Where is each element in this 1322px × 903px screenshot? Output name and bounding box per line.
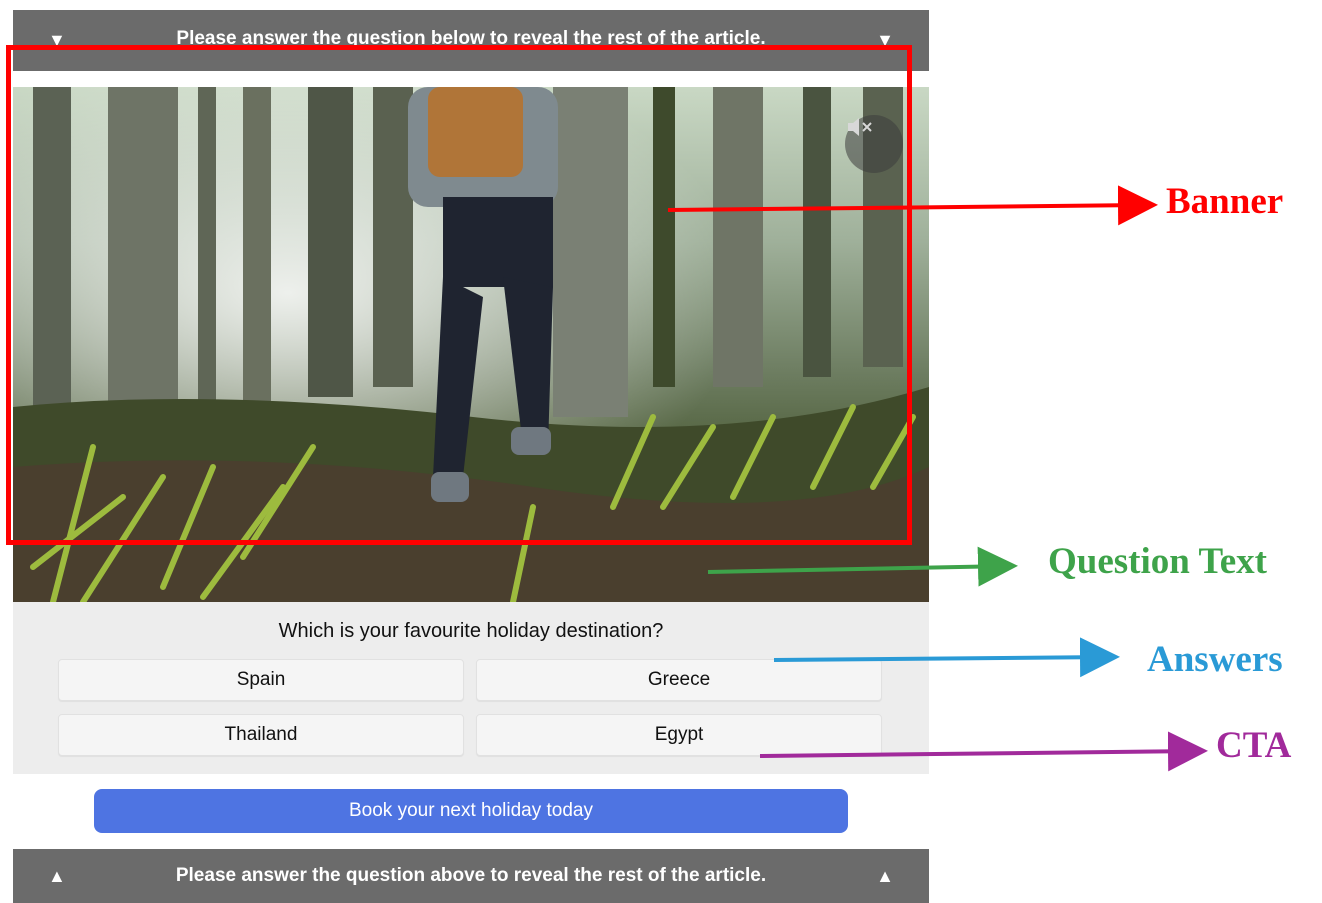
cta-label: CTA — [1216, 725, 1292, 766]
answers-label: Answers — [1147, 639, 1283, 680]
cta-arrow — [759, 731, 1208, 772]
annotation-arrows — [667, 185, 1208, 772]
answers-arrow — [773, 637, 1120, 678]
question-arrow — [707, 546, 1018, 587]
question-text-label: Question Text — [1048, 541, 1267, 582]
banner-label: Banner — [1166, 181, 1284, 222]
banner-arrow — [667, 185, 1158, 226]
